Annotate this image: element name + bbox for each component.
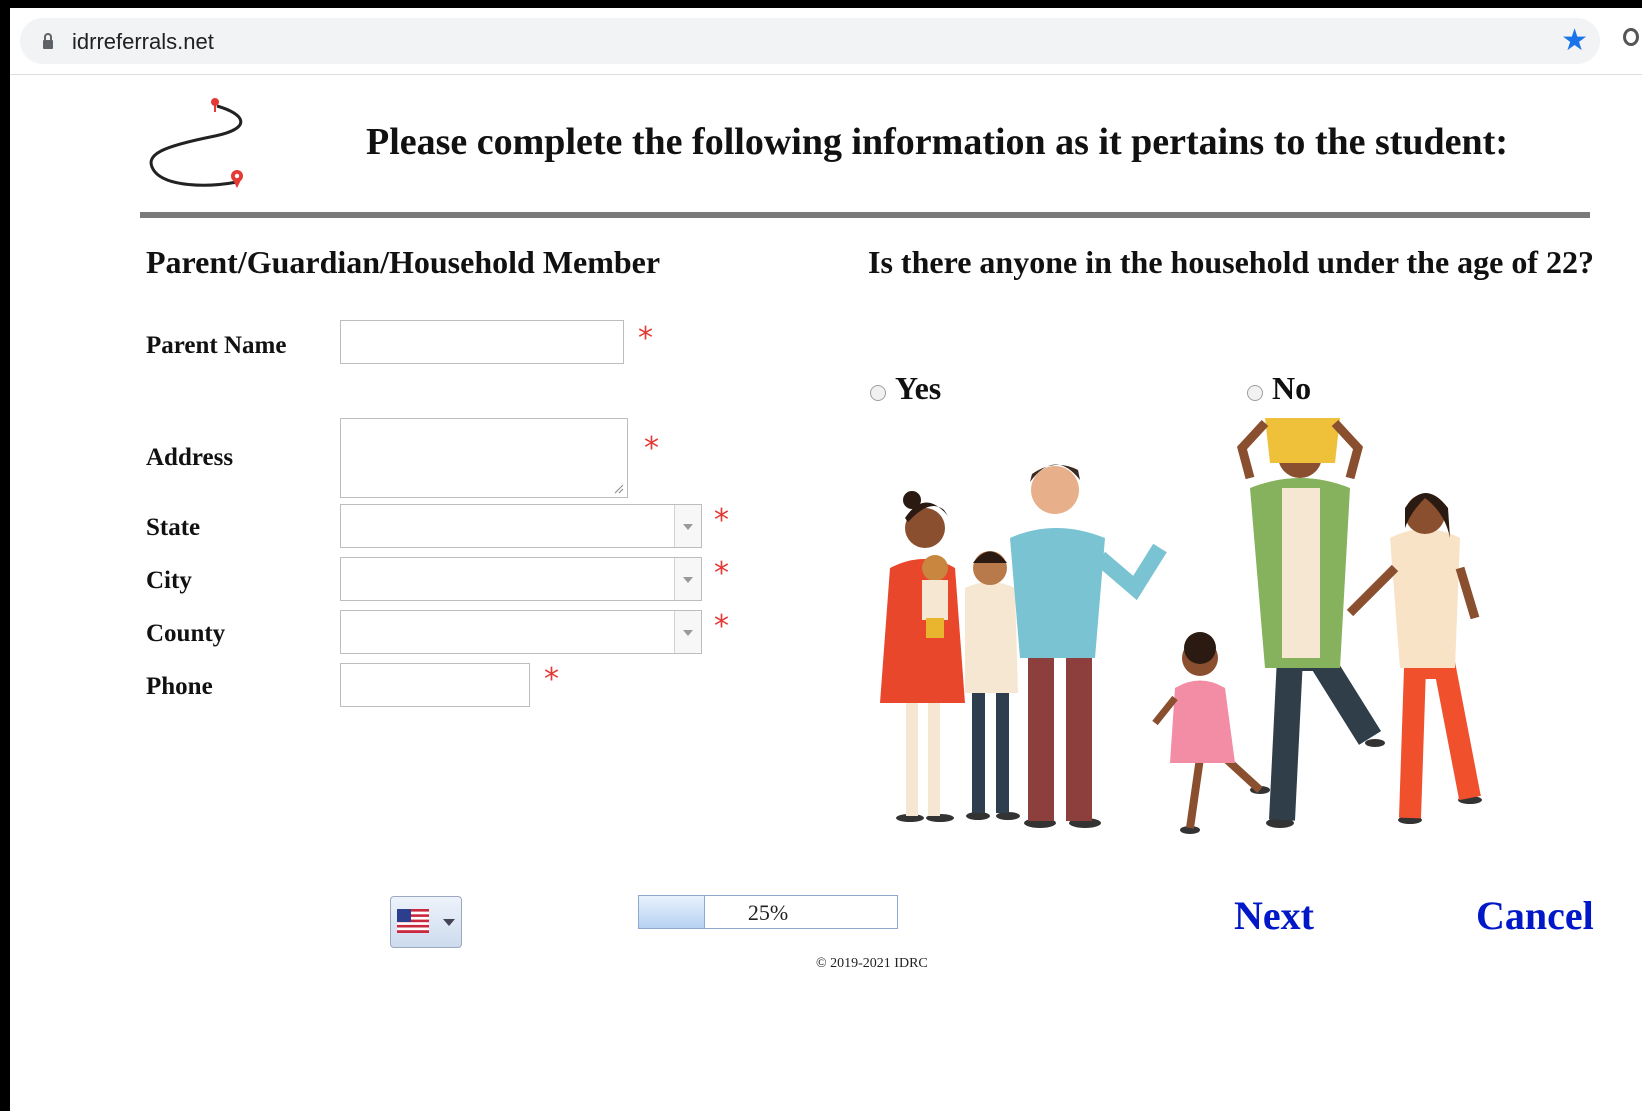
county-label: County — [146, 620, 226, 647]
required-mark: * — [544, 662, 559, 697]
star-icon[interactable]: ★ — [1561, 24, 1588, 58]
progress-bar: 25% — [638, 895, 898, 929]
url-text[interactable]: idrreferrals.net — [72, 29, 214, 55]
progress-text: 25% — [747, 900, 789, 925]
resize-handle-icon[interactable] — [614, 484, 624, 494]
cancel-button[interactable]: Cancel — [1476, 892, 1594, 939]
parent-name-input[interactable] — [340, 320, 624, 364]
address-label: Address — [146, 444, 234, 471]
route-logo-icon — [149, 98, 243, 188]
chevron-down-icon[interactable] — [674, 558, 701, 600]
state-select[interactable] — [340, 504, 702, 548]
county-select[interactable] — [340, 610, 702, 654]
browser-window: idrreferrals.net ★ Please complete the f… — [10, 6, 1642, 1111]
required-mark: * — [644, 431, 659, 466]
next-button[interactable]: Next — [1234, 892, 1314, 939]
window-corner — [0, 1038, 10, 1109]
phone-label: Phone — [146, 673, 213, 700]
chevron-down-icon[interactable] — [674, 611, 701, 653]
city-label: City — [146, 567, 192, 594]
radio-no-label[interactable]: No — [1272, 370, 1311, 407]
parent-name-label: Parent Name — [146, 332, 287, 359]
required-mark: * — [714, 609, 729, 644]
chevron-down-icon[interactable] — [674, 505, 701, 547]
us-flag-icon — [397, 909, 429, 933]
required-mark: * — [714, 556, 729, 591]
city-select[interactable] — [340, 557, 702, 601]
chevron-down-icon[interactable] — [443, 919, 455, 926]
phone-input[interactable] — [340, 663, 530, 707]
page-heading: Please complete the following informatio… — [366, 121, 1508, 163]
radio-no[interactable] — [1247, 385, 1263, 401]
copyright: © 2019-2021 IDRC — [816, 956, 928, 971]
address-bar[interactable]: idrreferrals.net ★ — [20, 18, 1600, 64]
required-mark: * — [714, 503, 729, 538]
browser-toolbar: idrreferrals.net ★ — [10, 8, 1642, 75]
family-illustration — [880, 418, 1482, 834]
lock-icon[interactable] — [42, 32, 54, 50]
radio-yes[interactable] — [870, 385, 886, 401]
header-divider — [140, 212, 1590, 218]
radio-yes-label[interactable]: Yes — [895, 370, 941, 407]
state-label: State — [146, 514, 201, 541]
language-selector[interactable] — [390, 896, 462, 948]
required-mark: * — [638, 321, 653, 356]
circle-extension-icon[interactable] — [1623, 28, 1639, 46]
address-textarea[interactable] — [340, 418, 628, 498]
section-title: Parent/Guardian/Household Member — [146, 244, 661, 280]
household-question: Is there anyone in the household under t… — [868, 244, 1594, 280]
